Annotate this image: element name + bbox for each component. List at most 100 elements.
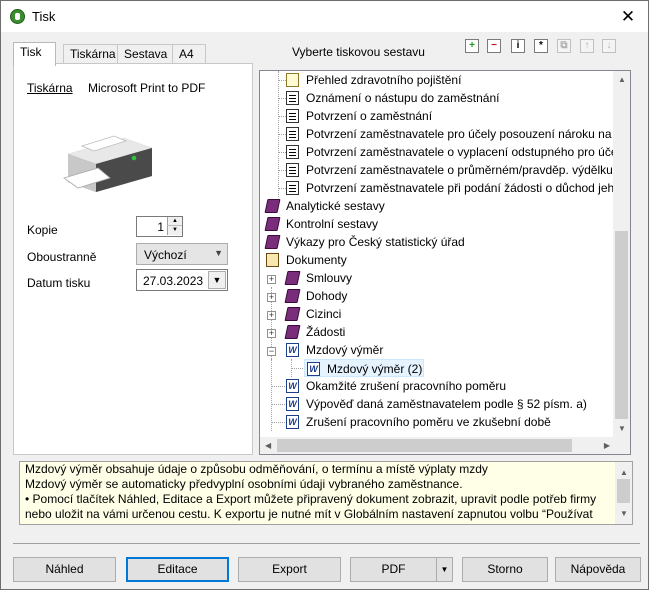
report-tree[interactable]: Přehled zdravotního pojištění Oznámení o… [259, 70, 631, 455]
document-icon [286, 145, 299, 159]
cancel-button[interactable]: Storno [462, 557, 548, 582]
tree-line [278, 98, 286, 99]
book-icon [264, 217, 281, 231]
document-icon [286, 181, 299, 195]
scroll-thumb[interactable] [615, 231, 628, 419]
expand-icon[interactable]: + [267, 311, 276, 320]
scroll-up-icon[interactable]: ▲ [618, 75, 626, 84]
tab-sestava[interactable]: Sestava [117, 44, 173, 64]
scroll-up-icon[interactable]: ▲ [620, 465, 628, 480]
scroll-down-icon[interactable]: ▼ [620, 506, 628, 521]
tab-a4[interactable]: A4 [172, 44, 206, 64]
tree-line [278, 134, 286, 135]
tree-item-selected[interactable]: W Mzdový výměr (2) [304, 359, 424, 377]
printer-name: Microsoft Print to PDF [88, 81, 206, 95]
copies-value[interactable]: 1 [157, 220, 164, 234]
collapse-icon[interactable]: − [267, 347, 276, 356]
divider [13, 543, 640, 544]
close-icon[interactable]: ✕ [608, 1, 648, 32]
description-line: Mzdový výměr obsahuje údaje o způsobu od… [25, 462, 488, 476]
copies-up-icon[interactable]: ▲ [167, 217, 182, 226]
word-icon: W [286, 379, 299, 393]
pdf-button-label: PDF [381, 562, 406, 576]
book-icon [264, 235, 281, 249]
document-icon [286, 91, 299, 105]
tab-tiskarna[interactable]: Tiskárna [63, 44, 118, 64]
date-picker[interactable]: 27.03.2023 ▼ [136, 269, 228, 291]
tree-line [271, 404, 285, 405]
pdf-button[interactable]: PDF ▼ [350, 557, 453, 582]
move-down-icon[interactable]: ↓ [602, 39, 616, 53]
scroll-thumb[interactable] [617, 479, 630, 503]
tab-panel-tisk: Tiskárna Microsoft Print to PDF Kopie 1 … [13, 63, 253, 455]
tree-line [278, 170, 286, 171]
help-button[interactable]: Nápověda [555, 557, 641, 582]
duplex-value: Výchozí [144, 248, 187, 262]
printer-link[interactable]: Tiskárna [27, 81, 73, 95]
tree-line [278, 152, 286, 153]
document-icon [286, 127, 299, 141]
tree-line [271, 422, 285, 423]
export-button[interactable]: Export [238, 557, 341, 582]
tree-line [278, 80, 286, 81]
book-icon [284, 271, 301, 285]
duplex-label: Oboustranně [27, 250, 97, 264]
description-line: nebo uložit na vámi určenou cestu. K exp… [25, 507, 593, 521]
copy-icon[interactable]: ⧉ [557, 39, 571, 53]
expand-icon[interactable]: + [267, 293, 276, 302]
tree-line [291, 368, 303, 369]
word-icon: W [286, 343, 299, 357]
book-icon [284, 289, 301, 303]
description-line: • Pomocí tlačítek Náhled, Editace a Expo… [25, 492, 597, 506]
tab-tisk[interactable]: Tisk [13, 42, 56, 66]
book-icon [284, 325, 301, 339]
scroll-left-icon[interactable]: ◀ [265, 441, 271, 450]
description-scrollbar[interactable]: ▲ ▼ [615, 462, 632, 524]
tree-horizontal-scrollbar[interactable]: ◀ ▶ [260, 437, 615, 454]
calendar-dropdown-icon[interactable]: ▼ [208, 271, 226, 289]
copies-stepper[interactable]: 1 ▲ ▼ [136, 216, 183, 237]
scroll-right-icon[interactable]: ▶ [604, 441, 610, 450]
copies-down-icon[interactable]: ▼ [167, 226, 182, 235]
print-dialog: Tisk ✕ Tisk Tiskárna Sestava A4 Tiskárna… [0, 0, 649, 590]
document-icon [286, 73, 299, 87]
expand-icon[interactable]: + [267, 329, 276, 338]
tree-line [271, 359, 272, 431]
expand-icon[interactable]: + [267, 275, 276, 284]
tree-line [278, 116, 286, 117]
report-section-title: Vyberte tiskovou sestavu [292, 45, 425, 59]
remove-icon[interactable]: − [487, 39, 501, 53]
duplex-select[interactable]: Výchozí ▼ [136, 243, 228, 265]
preview-button[interactable]: Náhled [13, 557, 116, 582]
title-bar: Tisk ✕ [1, 1, 648, 32]
description-line: Mzdový výměr se automaticky předvyplní o… [25, 477, 463, 491]
scroll-corner [613, 437, 630, 454]
description-box: Mzdový výměr obsahuje údaje o způsobu od… [19, 461, 633, 525]
document-icon [286, 163, 299, 177]
add-icon[interactable]: + [465, 39, 479, 53]
word-icon: W [286, 397, 299, 411]
chevron-down-icon[interactable]: ▼ [214, 248, 223, 258]
printer-icon [63, 135, 152, 192]
book-icon [264, 199, 281, 213]
word-icon: W [286, 415, 299, 429]
move-up-icon[interactable]: ↑ [580, 39, 594, 53]
scroll-thumb[interactable] [277, 439, 572, 452]
tree-vertical-scrollbar[interactable]: ▲ ▼ [613, 71, 630, 437]
word-icon: W [307, 362, 320, 376]
edit-button[interactable]: Editace [126, 557, 229, 582]
tree-line [271, 386, 285, 387]
app-icon [10, 9, 25, 24]
pdf-dropdown-icon[interactable]: ▼ [436, 558, 452, 581]
tree-content: Přehled zdravotního pojištění Oznámení o… [260, 71, 615, 437]
tree-line [278, 188, 286, 189]
star-icon[interactable]: * [534, 39, 548, 53]
date-value[interactable]: 27.03.2023 [143, 274, 203, 288]
scroll-down-icon[interactable]: ▼ [618, 424, 626, 433]
book-icon [284, 307, 301, 321]
document-icon [286, 109, 299, 123]
info-icon[interactable]: i [511, 39, 525, 53]
printer-row: Tiskárna Microsoft Print to PDF [27, 81, 205, 95]
date-label: Datum tisku [27, 276, 91, 290]
open-book-icon [266, 253, 279, 267]
